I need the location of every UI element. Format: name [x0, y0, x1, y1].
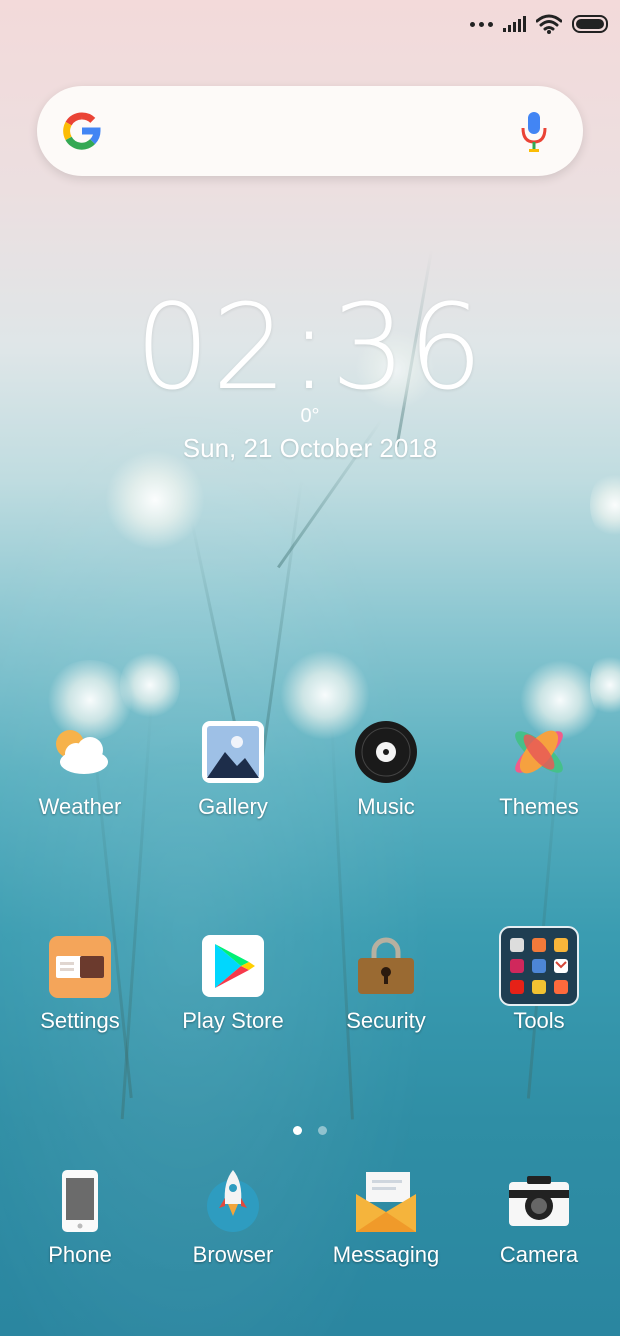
music-icon — [354, 720, 418, 784]
settings-icon — [48, 934, 112, 998]
browser-icon — [201, 1168, 265, 1232]
app-label: Weather — [38, 794, 122, 819]
security-icon — [354, 934, 418, 998]
page-dot-active — [293, 1126, 302, 1135]
app-label: Phone — [48, 1242, 112, 1267]
app-label: Camera — [499, 1242, 579, 1267]
app-music[interactable]: Music — [311, 720, 461, 820]
app-label: Browser — [192, 1242, 274, 1267]
app-label: Play Store — [182, 1008, 284, 1033]
more-dots-icon — [470, 21, 493, 27]
themes-icon — [507, 720, 571, 784]
gallery-icon — [201, 720, 265, 784]
date[interactable]: Sun, 21 October 2018 — [0, 433, 620, 464]
app-label: Security — [346, 1008, 426, 1033]
app-settings[interactable]: Settings — [5, 934, 155, 1034]
status-bar — [470, 10, 608, 38]
clock-time[interactable]: 02:36 — [0, 278, 620, 416]
app-label: Gallery — [198, 794, 268, 819]
app-gallery[interactable]: Gallery — [158, 720, 308, 820]
microphone-icon[interactable] — [519, 110, 549, 154]
cell-signal-icon — [503, 16, 526, 32]
app-weather[interactable]: Weather — [5, 720, 155, 820]
phone-icon — [48, 1168, 112, 1232]
app-themes[interactable]: Themes — [464, 720, 614, 820]
page-dot — [318, 1126, 327, 1135]
play-store-icon — [201, 934, 265, 998]
dock-browser[interactable]: Browser — [158, 1168, 308, 1268]
battery-icon — [572, 15, 608, 33]
app-play-store[interactable]: Play Store — [158, 934, 308, 1034]
dock-messaging[interactable]: Messaging — [311, 1168, 461, 1268]
dock-phone[interactable]: Phone — [5, 1168, 155, 1268]
app-label: Tools — [513, 1008, 565, 1033]
dock-camera[interactable]: Camera — [464, 1168, 614, 1268]
tools-folder-icon — [499, 926, 579, 1006]
app-label: Themes — [499, 794, 579, 819]
app-label: Settings — [40, 1008, 120, 1033]
folder-tools[interactable]: Tools — [464, 926, 614, 1034]
app-label: Messaging — [332, 1242, 440, 1267]
camera-icon — [507, 1168, 571, 1232]
app-security[interactable]: Security — [311, 934, 461, 1034]
wallpaper — [0, 0, 620, 1336]
google-search-bar[interactable] — [37, 86, 583, 176]
google-logo-icon — [63, 112, 101, 150]
weather-icon — [48, 720, 112, 784]
temperature[interactable]: 0° — [0, 405, 620, 428]
wifi-icon — [536, 14, 562, 34]
messaging-icon — [354, 1168, 418, 1232]
page-indicator — [0, 1126, 620, 1135]
app-label: Music — [357, 794, 415, 819]
